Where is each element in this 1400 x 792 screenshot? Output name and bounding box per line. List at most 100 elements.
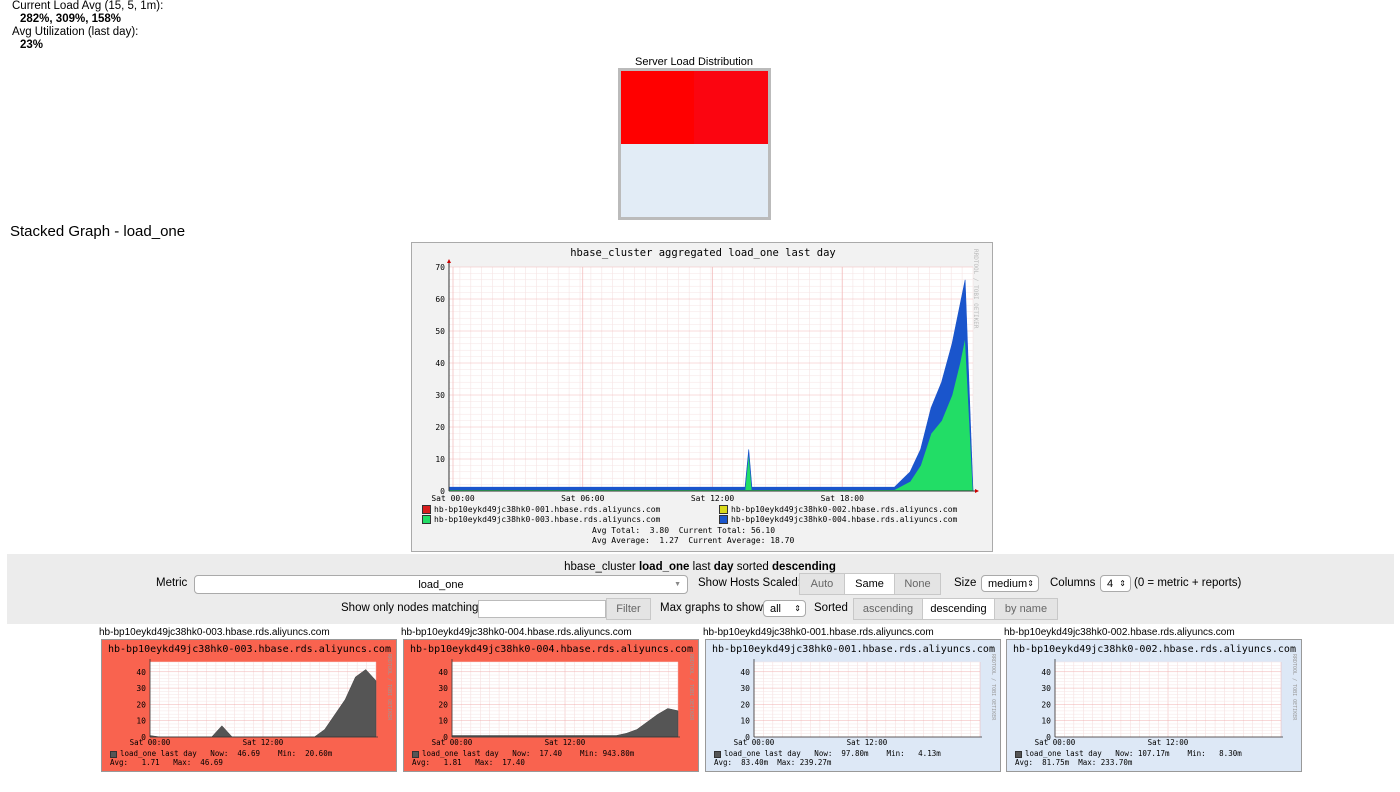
heading-cluster: hbase_cluster	[564, 561, 636, 573]
heatmap-title: Server Load Distribution	[634, 56, 753, 68]
y-tick-label: 20	[1041, 700, 1051, 709]
heading-metric: load_one	[638, 561, 690, 573]
stacked-graph-heading: Stacked Graph - load_one	[10, 223, 186, 240]
metric-select-value: load_one	[418, 578, 464, 591]
host-legend-line1: load_one last day Now: 97.80m Min: 4.13m	[724, 749, 941, 758]
y-tick-label: 40	[1041, 668, 1051, 677]
x-tick-label: Sat 06:00	[561, 494, 605, 503]
x-tick-label: Sat 18:00	[821, 494, 865, 503]
host-legend-line1: load_one last day Now: 17.40 Min: 943.80…	[422, 749, 635, 758]
view-heading: hbase_cluster load_one last day sorted d…	[0, 561, 1400, 573]
host-legend-line1: load_one last day Now: 46.69 Min: 20.60m	[120, 749, 333, 758]
host-graph[interactable]: hb-bp10eykd49jc38hk0-004.hbase.rds.aliyu…	[403, 639, 699, 772]
load-avg-label: Current Load Avg (15, 5, 1m):	[12, 0, 164, 12]
legend-swatch	[1015, 750, 1022, 758]
x-tick-label: Sat 12:00	[545, 738, 586, 747]
sort-by-name-button[interactable]: by name	[994, 598, 1058, 620]
host-plot: 010203040Sat 00:00 Sat 12:00	[1035, 659, 1283, 747]
x-tick-label: Sat 00:00	[431, 494, 475, 503]
legend-item: hb-bp10eykd49jc38hk0-004.hbase.rds.aliyu…	[719, 515, 957, 525]
y-tick-label: 30	[438, 684, 448, 693]
chevron-updown-icon: ⇕	[1027, 579, 1034, 588]
y-tick-label: 10	[136, 717, 146, 726]
columns-select-value: 4	[1107, 577, 1114, 590]
heading-sorted: sorted	[736, 561, 769, 573]
size-label: Size	[954, 577, 977, 589]
y-tick-label: 20	[740, 700, 750, 709]
y-tick-label: 70	[435, 263, 445, 272]
host-legend-line2: Avg: 81.75m Max: 233.70m	[1015, 758, 1133, 767]
columns-label: Columns	[1050, 577, 1096, 589]
sort-ascending-button[interactable]: ascending	[853, 598, 923, 620]
legend-item: hb-bp10eykd49jc38hk0-003.hbase.rds.aliyu…	[422, 515, 660, 525]
heatmap-cell	[621, 71, 694, 144]
columns-select[interactable]: 4 ⇕	[1100, 575, 1131, 592]
columns-note: (0 = metric + reports)	[1134, 577, 1242, 589]
y-tick-label: 30	[740, 684, 750, 693]
size-select[interactable]: medium ⇕	[981, 575, 1039, 592]
heatmap-cell	[694, 71, 768, 144]
x-tick-label: Sat 12:00	[691, 494, 735, 503]
max-graphs-label: Max graphs to show	[660, 602, 763, 614]
chevron-updown-icon: ⇕	[794, 604, 801, 613]
legend-label: hb-bp10eykd49jc38hk0-001.hbase.rds.aliyu…	[434, 505, 661, 514]
legend-swatch	[110, 750, 117, 758]
legend-swatch	[714, 750, 721, 758]
legend-swatch	[422, 505, 431, 514]
legend-swatch	[422, 515, 431, 524]
y-tick-label: 10	[1041, 717, 1051, 726]
host-legend: load_one last day Now: 17.40 Min: 943.80…	[412, 749, 634, 767]
server-load-heatmap	[618, 68, 771, 220]
legend-label: hb-bp10eykd49jc38hk0-002.hbase.rds.aliyu…	[731, 505, 958, 514]
legend-item: hb-bp10eykd49jc38hk0-001.hbase.rds.aliyu…	[422, 505, 660, 515]
scaled-auto-button[interactable]: Auto	[799, 573, 845, 595]
max-graphs-select-value: all	[770, 602, 782, 615]
filter-button[interactable]: Filter	[606, 598, 651, 620]
y-tick-label: 10	[435, 455, 445, 464]
util-label: Avg Utilization (last day):	[12, 26, 139, 38]
x-tick-label: Sat 00:00	[734, 738, 775, 747]
host-graph[interactable]: hb-bp10eykd49jc38hk0-003.hbase.rds.aliyu…	[101, 639, 397, 772]
x-tick-label: Sat 00:00	[130, 738, 171, 747]
y-tick-label: 40	[438, 668, 448, 677]
scaled-same-button[interactable]: Same	[844, 573, 895, 595]
y-tick-label: 40	[435, 359, 445, 368]
host-caption[interactable]: hb-bp10eykd49jc38hk0-004.hbase.rds.aliyu…	[401, 627, 632, 638]
heatmap-cell	[621, 144, 694, 217]
sorted-label: Sorted	[814, 602, 848, 614]
util-value: 23%	[20, 39, 44, 51]
legend-label: hb-bp10eykd49jc38hk0-003.hbase.rds.aliyu…	[434, 515, 661, 524]
metric-select[interactable]: load_one ▼	[194, 575, 688, 594]
host-plot: 010203040Sat 00:00 Sat 12:00	[734, 659, 982, 747]
x-tick-label: Sat 12:00	[1148, 738, 1189, 747]
legend-label: hb-bp10eykd49jc38hk0-004.hbase.rds.aliyu…	[731, 515, 958, 524]
legend-swatch	[412, 750, 419, 758]
stacked-graph[interactable]: hbase_cluster aggregated load_one last d…	[411, 242, 993, 552]
sort-descending-button[interactable]: descending	[922, 598, 995, 620]
host-plot: 010203040Sat 00:00 Sat 12:00	[432, 659, 680, 747]
x-tick-label: Sat 00:00	[1035, 738, 1076, 747]
scaled-label: Show Hosts Scaled:	[698, 577, 801, 589]
y-tick-label: 40	[740, 668, 750, 677]
host-caption[interactable]: hb-bp10eykd49jc38hk0-003.hbase.rds.aliyu…	[99, 627, 330, 638]
y-tick-label: 20	[438, 700, 448, 709]
legend-item: hb-bp10eykd49jc38hk0-002.hbase.rds.aliyu…	[719, 505, 957, 515]
scaled-none-button[interactable]: None	[894, 573, 941, 595]
host-legend: load_one last day Now: 46.69 Min: 20.60m…	[110, 749, 332, 767]
stats-total: Avg Total: 3.80 Current Total: 56.10	[592, 526, 776, 535]
max-graphs-select[interactable]: all ⇕	[763, 600, 806, 617]
filter-input[interactable]	[478, 600, 606, 618]
host-legend-line2: Avg: 83.40m Max: 239.27m	[714, 758, 832, 767]
chevron-down-icon: ▼	[674, 581, 681, 588]
host-caption[interactable]: hb-bp10eykd49jc38hk0-002.hbase.rds.aliyu…	[1004, 627, 1235, 638]
heading-last: last	[692, 561, 711, 573]
host-caption[interactable]: hb-bp10eykd49jc38hk0-001.hbase.rds.aliyu…	[703, 627, 934, 638]
host-plot: 010203040Sat 00:00 Sat 12:00	[130, 659, 378, 747]
y-tick-label: 20	[136, 700, 146, 709]
host-graph[interactable]: hb-bp10eykd49jc38hk0-001.hbase.rds.aliyu…	[705, 639, 1001, 772]
host-legend-line2: Avg: 1.81 Max: 17.40	[412, 758, 525, 767]
legend-swatch	[719, 515, 728, 524]
heading-range: day	[713, 561, 734, 573]
y-axis-arrow	[447, 259, 451, 263]
host-graph[interactable]: hb-bp10eykd49jc38hk0-002.hbase.rds.aliyu…	[1006, 639, 1302, 772]
